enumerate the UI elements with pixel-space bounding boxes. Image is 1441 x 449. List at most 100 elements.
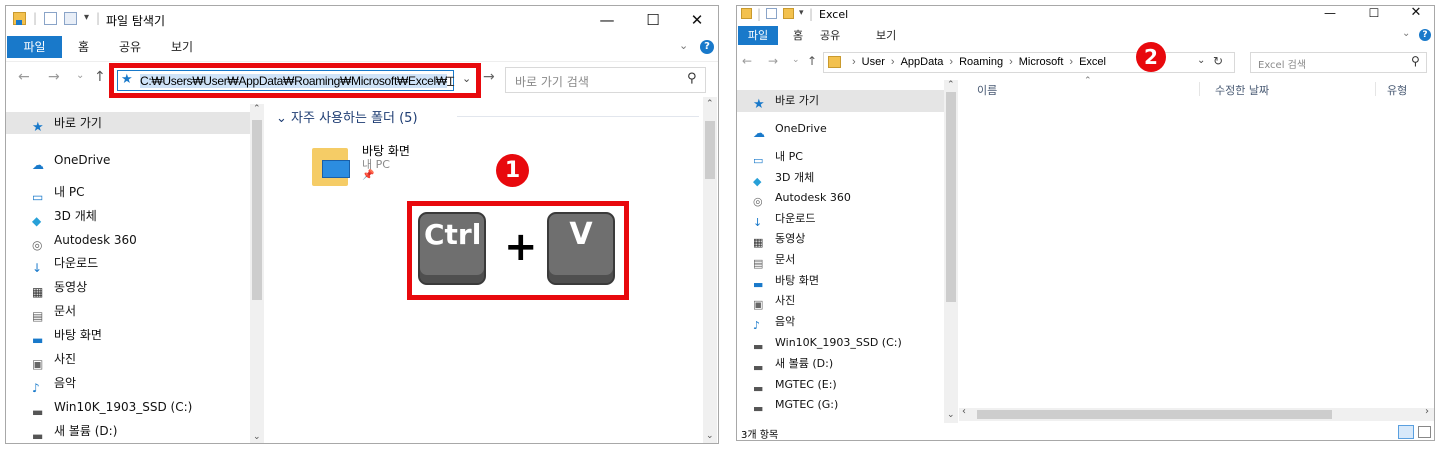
scroll-up-icon[interactable]: ⌃ <box>706 99 714 109</box>
sidebar-item[interactable]: ★ 바로 가기 <box>737 90 944 112</box>
chevron-right-icon[interactable]: › <box>1009 56 1013 68</box>
go-icon[interactable]: → <box>483 69 495 85</box>
column-header-date[interactable]: 수정한 날짜 <box>1215 82 1269 98</box>
help-icon[interactable]: ? <box>700 40 714 54</box>
nav-scrollbar[interactable]: ⌃ ⌄ <box>944 80 958 424</box>
sidebar-item[interactable]: ◆ 3D 개체 <box>6 205 250 228</box>
quick-access-dropdown-icon[interactable]: ▾ <box>799 8 804 18</box>
sidebar-item[interactable]: ▤ 문서 <box>737 249 944 271</box>
refresh-icon[interactable]: ↻ <box>1213 54 1223 68</box>
sidebar-item[interactable]: ▬ 바탕 화면 <box>737 270 944 292</box>
sidebar-item[interactable]: ◆ 3D 개체 <box>737 167 944 189</box>
breadcrumb-item[interactable]: Roaming <box>959 56 1003 68</box>
sidebar-item[interactable]: ▦ 동영상 <box>737 228 944 250</box>
new-folder-icon[interactable] <box>64 12 77 25</box>
breadcrumb-item[interactable]: AppData <box>901 56 944 68</box>
scroll-thumb[interactable] <box>977 410 1332 419</box>
sidebar-item[interactable]: ▬ Win10K_1903_SSD (C:) <box>737 332 944 354</box>
close-button[interactable]: ✕ <box>1393 6 1434 24</box>
address-bar[interactable]: › User › AppData › Roaming › Microsoft › Excel ⌄ … <box>823 52 1235 73</box>
scroll-down-icon[interactable]: ⌄ <box>253 432 261 442</box>
sidebar-item[interactable]: ♪ 음악 <box>6 372 250 395</box>
properties-icon[interactable] <box>44 12 57 25</box>
scroll-left-icon[interactable]: ‹ <box>962 406 966 417</box>
title-bar[interactable]: | ▾ | 파일 탐색기 — ☐ ✕ <box>6 6 718 34</box>
chevron-right-icon[interactable]: › <box>852 56 856 68</box>
horizontal-scrollbar[interactable]: ‹ › <box>959 406 1434 421</box>
title-bar[interactable]: | ▾ | Excel — ☐ ✕ <box>737 6 1434 28</box>
recent-locations-icon[interactable]: ⌄ <box>792 55 800 65</box>
sidebar-item[interactable]: ▬ 새 볼륨 (D:) <box>6 420 250 443</box>
breadcrumb-item[interactable]: User <box>862 56 885 68</box>
quick-access-dropdown-icon[interactable]: ▾ <box>84 12 89 23</box>
sidebar-item[interactable]: ☁ OneDrive <box>737 118 944 140</box>
maximize-button[interactable]: ☐ <box>1351 6 1397 24</box>
minimize-button[interactable]: — <box>584 6 630 34</box>
tab-view[interactable]: 보기 <box>876 26 896 45</box>
tab-home[interactable]: 홈 <box>793 26 803 45</box>
properties-icon[interactable] <box>766 8 777 19</box>
large-icons-view-icon[interactable] <box>1418 426 1431 438</box>
maximize-button[interactable]: ☐ <box>630 6 676 34</box>
search-box[interactable]: 바로 가기 검색 ⚲ <box>505 67 706 93</box>
sidebar-item[interactable]: ★ 바로 가기 <box>6 112 250 135</box>
back-icon[interactable]: ← <box>742 54 752 68</box>
content-scrollbar[interactable]: ⌃ ⌄ <box>703 97 717 443</box>
tab-home[interactable]: 홈 <box>78 36 89 58</box>
column-header-type[interactable]: 유형 <box>1387 82 1407 98</box>
nav-scrollbar[interactable]: ⌃ ⌄ <box>250 104 264 443</box>
sidebar-item[interactable]: ☁ OneDrive <box>6 149 250 172</box>
sidebar-item[interactable]: ▬ MGTEC (E:) <box>737 374 944 396</box>
sidebar-item[interactable]: ▤ 문서 <box>6 300 250 323</box>
forward-icon[interactable]: → <box>768 54 778 68</box>
sidebar-item[interactable]: ▣ 사진 <box>737 290 944 312</box>
chevron-right-icon[interactable]: › <box>1069 56 1073 68</box>
scroll-down-icon[interactable]: ⌄ <box>947 410 955 420</box>
up-icon[interactable]: ↑ <box>94 69 106 85</box>
close-button[interactable]: ✕ <box>674 6 718 34</box>
ribbon-expand-icon[interactable]: ⌄ <box>1402 28 1410 39</box>
up-icon[interactable]: ↑ <box>807 54 817 68</box>
scroll-down-icon[interactable]: ⌄ <box>706 431 714 441</box>
sidebar-item[interactable]: ▣ 사진 <box>6 348 250 371</box>
breadcrumb-item[interactable]: Excel <box>1079 56 1106 68</box>
new-folder-icon[interactable] <box>783 8 794 19</box>
column-divider[interactable] <box>1199 82 1200 96</box>
search-box[interactable]: Excel 검색 ⚲ <box>1250 52 1427 73</box>
tab-file[interactable]: 파일 <box>738 26 778 45</box>
ribbon-expand-icon[interactable]: ⌄ <box>679 39 688 52</box>
section-header[interactable]: ⌄ 자주 사용하는 폴더 (5) <box>276 107 418 126</box>
minimize-button[interactable]: — <box>1307 6 1353 24</box>
scroll-right-icon[interactable]: › <box>1425 406 1429 417</box>
sidebar-item[interactable]: ↓ 다운로드 <box>6 252 250 275</box>
sidebar-item[interactable]: ▬ Win10K_1903_SSD (C:) <box>6 396 250 419</box>
back-icon[interactable]: ← <box>18 69 30 85</box>
scroll-thumb[interactable] <box>252 120 262 300</box>
scroll-thumb[interactable] <box>946 92 956 302</box>
scroll-thumb[interactable] <box>705 121 715 179</box>
sidebar-item[interactable]: ▬ 새 볼륨 (D:) <box>737 353 944 375</box>
help-icon[interactable]: ? <box>1419 29 1431 41</box>
chevron-right-icon[interactable]: › <box>891 56 895 68</box>
scroll-up-icon[interactable]: ⌃ <box>253 104 261 114</box>
breadcrumb-item[interactable]: Microsoft <box>1019 56 1064 68</box>
sidebar-item[interactable]: ◎ Autodesk 360 <box>6 229 250 252</box>
sidebar-item[interactable]: ♪ 음악 <box>737 311 944 333</box>
tab-share[interactable]: 공유 <box>820 26 840 45</box>
column-divider[interactable] <box>1375 82 1376 96</box>
details-view-icon[interactable] <box>1398 425 1414 439</box>
tab-share[interactable]: 공유 <box>119 36 141 58</box>
recent-locations-icon[interactable]: ⌄ <box>76 70 84 81</box>
scroll-up-icon[interactable]: ⌃ <box>947 80 955 90</box>
column-header-name[interactable]: 이름 <box>977 82 997 98</box>
sidebar-item[interactable]: ▭ 내 PC <box>737 146 944 168</box>
chevron-right-icon[interactable]: › <box>949 56 953 68</box>
sidebar-item[interactable]: ▦ 동영상 <box>6 276 250 299</box>
tab-file[interactable]: 파일 <box>7 36 62 58</box>
sidebar-item[interactable]: ▬ 바탕 화면 <box>6 324 250 347</box>
sidebar-item[interactable]: ▬ MGTEC (G:) <box>737 394 944 416</box>
address-dropdown-icon[interactable]: ⌄ <box>1197 55 1205 66</box>
tab-view[interactable]: 보기 <box>171 36 193 58</box>
sidebar-item[interactable]: ↓ 다운로드 <box>737 208 944 230</box>
forward-icon[interactable]: → <box>48 69 60 85</box>
